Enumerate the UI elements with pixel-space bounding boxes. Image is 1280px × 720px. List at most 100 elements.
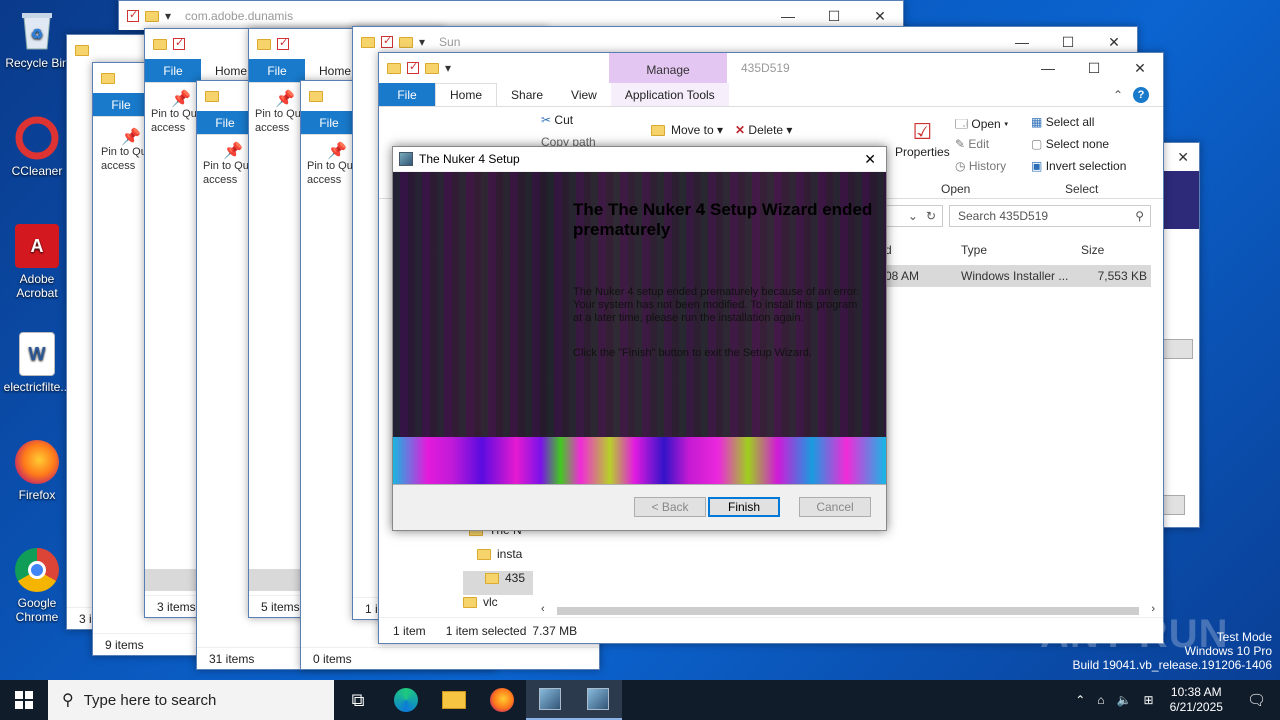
taskbar-search[interactable]: ⚲ Type here to search (48, 680, 334, 720)
history-button[interactable]: ◷ History (955, 159, 1006, 173)
watermark-line: Build 19041.vb_release.191206-1406 (1072, 658, 1273, 672)
partial-button[interactable] (1161, 495, 1185, 515)
glitch-band (393, 437, 886, 484)
tab-file[interactable]: File (301, 111, 357, 134)
contextual-tab-manage[interactable]: Manage (609, 53, 727, 83)
task-view-button[interactable]: ⧉ (334, 680, 382, 720)
ime-icon[interactable]: ⊞ (1138, 693, 1160, 707)
partial-button[interactable] (1161, 339, 1193, 359)
cancel-button[interactable]: Cancel (799, 497, 871, 517)
clock-date: 6/21/2025 (1169, 700, 1223, 714)
finish-button[interactable]: Finish (708, 497, 780, 517)
taskbar-firefox[interactable] (478, 680, 526, 720)
search-input[interactable]: Search 435D519 (958, 209, 1135, 223)
cut-button[interactable]: ✂ Cut (541, 113, 573, 127)
select-none-button[interactable]: ▢ Select none (1031, 137, 1109, 151)
desktop-icon-recycle-bin[interactable]: ♻ Recycle Bin (0, 8, 74, 70)
windows-logo-icon (15, 691, 33, 709)
scroll-left-icon[interactable]: ‹ (541, 603, 545, 615)
tree-item-selected[interactable]: 435 (463, 571, 533, 595)
volume-icon[interactable]: 🔈 (1111, 693, 1138, 707)
status-bar: 0 items (301, 647, 599, 669)
delete-button[interactable]: ✕ Delete ▾ (735, 123, 792, 137)
watermark-line: Test Mode (1216, 630, 1272, 644)
show-hidden-icons[interactable]: ⌃ (1069, 693, 1091, 707)
file-row-selected[interactable]: 08 AM Windows Installer ... 7,553 KB (879, 265, 1151, 287)
history-label: History (968, 159, 1007, 173)
taskbar-installer-1[interactable] (526, 680, 574, 720)
search-box[interactable]: Search 435D519 ⚲ (949, 205, 1151, 227)
open-button[interactable]: 🗔 Open ▾ (955, 115, 1009, 136)
folder-icon (145, 10, 159, 22)
properties-check-icon: ☑ (912, 119, 933, 144)
tab-file[interactable]: File (145, 59, 201, 82)
taskbar-edge[interactable] (382, 680, 430, 720)
tab-file[interactable]: File (197, 111, 253, 134)
properties-label: Properties (895, 145, 950, 159)
open-icon: 🗔 (955, 117, 969, 131)
properties-icon (381, 34, 393, 48)
maximize-icon[interactable]: ☐ (1071, 53, 1117, 83)
dialog-title: The Nuker 4 Setup (419, 152, 520, 166)
desktop-icon-firefox[interactable]: Firefox (0, 440, 74, 502)
tab-file[interactable]: File (379, 83, 435, 106)
folder-icon (477, 549, 491, 561)
dialog-banner: The The Nuker 4 Setup Wizard ended prema… (393, 172, 886, 484)
refresh-icon[interactable]: ↻ (926, 209, 936, 223)
edit-icon: ✎ (955, 137, 966, 151)
notifications-icon[interactable]: 🗨 (1233, 691, 1280, 709)
qat-dropdown-icon[interactable]: ▾ (445, 61, 451, 75)
invert-selection-button[interactable]: ▣ Invert selection (1031, 159, 1126, 173)
tab-home[interactable]: Home (435, 83, 498, 106)
taskbar-search-input[interactable]: Type here to search (84, 692, 217, 709)
qat-dropdown-icon[interactable]: ▾ (165, 9, 171, 23)
chrome-icon (15, 548, 59, 592)
qat-dropdown-icon[interactable]: ▾ (419, 35, 425, 49)
close-icon[interactable]: ✕ (1117, 53, 1163, 83)
select-all-button[interactable]: ▦ Select all (1031, 115, 1094, 129)
desktop-icon-chrome[interactable]: Google Chrome (0, 548, 74, 624)
desktop-icon-word-doc[interactable]: W electricfilte... (0, 332, 74, 394)
dialog-titlebar: The Nuker 4 Setup ✕ (393, 147, 886, 171)
tab-file[interactable]: File (93, 93, 149, 116)
chevron-down-icon[interactable]: ⌄ (908, 209, 918, 223)
clock[interactable]: 10:38 AM 6/21/2025 (1160, 685, 1233, 715)
delete-x-icon: ✕ (735, 123, 746, 137)
desktop-icon-acrobat[interactable]: A Adobe Acrobat (0, 224, 74, 300)
close-icon[interactable]: ✕ (1161, 143, 1199, 171)
tab-view[interactable]: View (557, 83, 611, 106)
tree-item[interactable]: vlc (463, 595, 533, 619)
folder-icon (387, 62, 401, 74)
background-window-right[interactable]: ✕ (1160, 142, 1200, 528)
nav-tree: The N insta 435 vlc (463, 523, 533, 619)
setup-dialog[interactable]: The Nuker 4 Setup ✕ The The Nuker 4 Setu… (392, 146, 887, 531)
tab-file[interactable]: File (249, 59, 305, 82)
taskbar-installer-2[interactable] (574, 680, 622, 720)
status-text: 31 items (209, 651, 255, 666)
taskbar: ⚲ Type here to search ⧉ ⌃ ⌂ 🔈 ⊞ 10:38 AM… (0, 680, 1280, 720)
properties-icon (127, 8, 139, 22)
help-icon[interactable]: ? (1133, 86, 1149, 103)
close-icon[interactable]: ✕ (864, 151, 886, 168)
back-button[interactable]: < Back (634, 497, 706, 517)
row-date: 08 AM (885, 269, 920, 283)
move-to-label: Move to (671, 123, 714, 137)
tree-item[interactable]: insta (463, 547, 533, 571)
desktop-icon-ccleaner[interactable]: CCleaner (0, 116, 74, 178)
taskbar-file-explorer[interactable] (430, 680, 478, 720)
properties-button[interactable]: ☑ Properties (895, 119, 950, 159)
collapse-ribbon-icon[interactable]: ⌃ (1113, 88, 1123, 102)
column-type[interactable]: Type (961, 243, 987, 257)
tab-share[interactable]: Share (497, 83, 557, 106)
column-size[interactable]: Size (1081, 243, 1104, 257)
move-to-button[interactable]: Move to ▾ (651, 123, 723, 137)
start-button[interactable] (0, 680, 48, 720)
tab-application-tools[interactable]: Application Tools (610, 83, 729, 106)
folder-icon (463, 597, 477, 609)
edit-button[interactable]: ✎ Edit (955, 137, 989, 151)
address-bar-end[interactable]: ⌄ ↻ (879, 205, 943, 227)
installer-icon (399, 152, 413, 166)
network-icon[interactable]: ⌂ (1091, 693, 1110, 707)
minimize-icon[interactable]: — (1025, 53, 1071, 83)
desktop-icon-label: Google Chrome (15, 596, 59, 624)
